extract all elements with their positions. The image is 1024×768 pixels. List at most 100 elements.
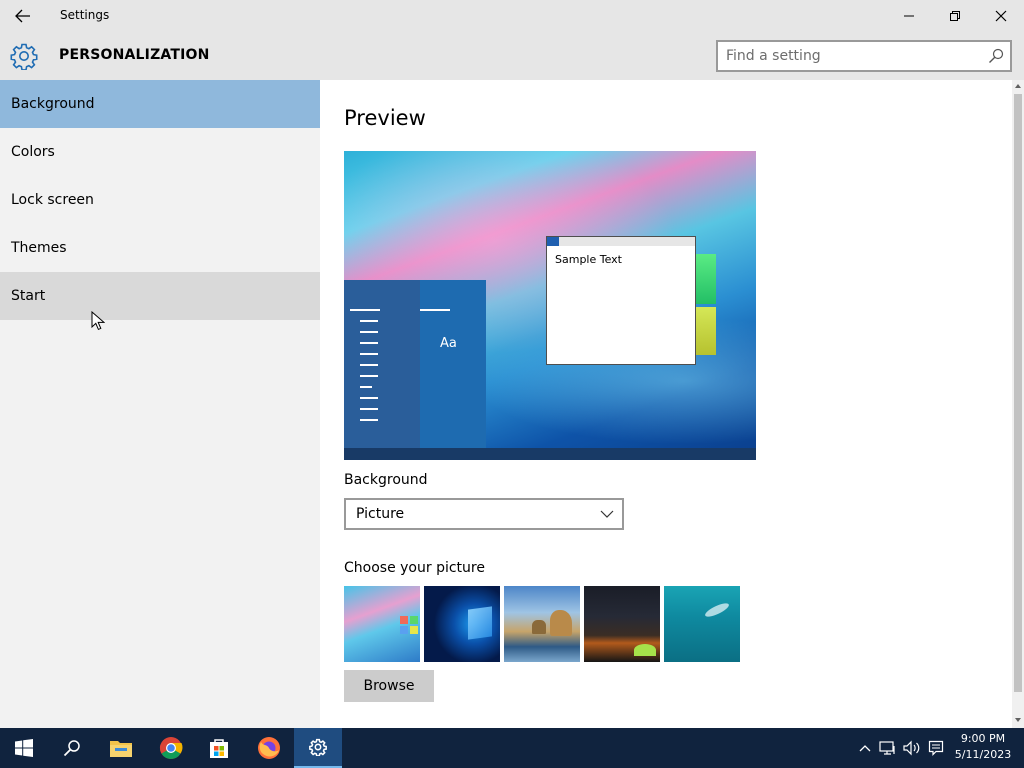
clock-date: 5/11/2023 <box>954 748 1012 761</box>
picture-thumbnail-beach[interactable] <box>504 586 580 662</box>
preview-menu-line <box>360 386 372 388</box>
sidebar-item-label: Start <box>11 288 46 304</box>
taskbar-file-explorer[interactable] <box>97 728 145 768</box>
taskbar-firefox[interactable] <box>245 728 293 768</box>
taskbar-clock[interactable]: 9:00 PM 5/11/2023 <box>948 731 1018 763</box>
search-input[interactable] <box>726 46 976 66</box>
preview-menu-line <box>360 397 378 399</box>
sidebar-item-label: Colors <box>11 144 55 160</box>
chevron-down-icon <box>600 510 614 518</box>
clock-time: 9:00 PM <box>960 732 1006 745</box>
restore-icon <box>950 11 960 21</box>
preview-window-titlebar <box>547 237 695 246</box>
preview-menu-line <box>360 364 378 366</box>
store-icon <box>210 739 228 758</box>
preview-heading: Preview <box>344 106 426 130</box>
network-icon <box>879 741 895 755</box>
chrome-icon <box>159 737 183 759</box>
main-content: Preview Aa Sample Text Background Pictur… <box>320 80 1012 728</box>
taskbar-settings[interactable] <box>294 728 342 768</box>
chevron-up-icon <box>859 745 871 752</box>
preview-taskbar <box>344 448 756 460</box>
preview-start-menu: Aa <box>344 280 486 448</box>
scrollbar-thumb[interactable] <box>1014 94 1022 692</box>
sidebar-item-label: Lock screen <box>11 192 94 208</box>
preview-logo-green <box>696 254 716 304</box>
thumb-windows-logo <box>468 606 492 640</box>
taskbar-chrome[interactable] <box>147 728 195 768</box>
tray-show-hidden[interactable] <box>855 738 875 758</box>
close-button[interactable] <box>978 0 1024 32</box>
search-icon[interactable] <box>988 48 1004 64</box>
start-button[interactable] <box>0 728 48 768</box>
picture-thumbnail-windows[interactable] <box>424 586 500 662</box>
settings-icon <box>309 738 327 756</box>
preview-menu-line <box>360 375 378 377</box>
preview-menu-line <box>360 408 378 410</box>
preview-menu-line <box>360 353 378 355</box>
scroll-up-icon[interactable] <box>1014 82 1022 90</box>
preview-sample-text: Sample Text <box>555 253 622 266</box>
tray-volume[interactable] <box>902 738 922 758</box>
background-dropdown[interactable]: Picture <box>344 498 624 530</box>
firefox-icon <box>258 737 280 759</box>
search-box[interactable] <box>716 40 1012 72</box>
back-arrow-icon <box>15 9 30 23</box>
sidebar-item-label: Themes <box>11 240 67 256</box>
title-bar: Settings <box>0 0 1024 32</box>
preview-window-accent <box>547 237 559 246</box>
mouse-cursor-icon <box>91 311 105 331</box>
preview-menu-line <box>360 320 378 322</box>
preview-menu-line <box>420 309 450 311</box>
picture-thumbnail-bloom[interactable] <box>344 586 420 662</box>
search-icon <box>63 740 80 757</box>
preview-menu-line <box>360 419 378 421</box>
background-label: Background <box>344 472 428 488</box>
gear-icon <box>10 43 38 70</box>
preview-menu-line <box>360 342 378 344</box>
scroll-down-icon[interactable] <box>1014 716 1022 724</box>
background-dropdown-value: Picture <box>356 506 405 522</box>
preview-logo-yellow <box>696 307 716 355</box>
thumb-rock <box>532 620 546 634</box>
thumb-rock <box>550 610 572 636</box>
thumb-swimmer <box>703 600 731 620</box>
restore-button[interactable] <box>932 0 978 32</box>
picture-thumbnail-underwater[interactable] <box>664 586 740 662</box>
browse-button[interactable]: Browse <box>344 670 434 702</box>
sidebar-item-colors[interactable]: Colors <box>0 128 320 176</box>
minimize-icon <box>904 15 914 17</box>
volume-icon <box>903 740 920 756</box>
sidebar-item-start[interactable]: Start <box>0 272 320 320</box>
taskbar-search-button[interactable] <box>48 728 96 768</box>
file-explorer-icon <box>110 741 132 757</box>
close-icon <box>995 10 1007 22</box>
sidebar-item-background[interactable]: Background <box>0 80 320 128</box>
tray-network[interactable] <box>878 738 898 758</box>
preview-menu-line <box>360 331 378 333</box>
thumb-logo-yellow <box>410 626 418 634</box>
action-center-icon <box>928 740 944 756</box>
preview-tile-text: Aa <box>440 336 457 351</box>
sidebar: Background Colors Lock screen Themes Sta… <box>0 80 320 728</box>
taskbar: 9:00 PM 5/11/2023 <box>0 728 1024 768</box>
start-icon <box>15 739 33 757</box>
tray-notifications[interactable] <box>926 738 946 758</box>
thumb-logo-red <box>400 616 408 624</box>
thumb-tent-glow <box>634 644 656 656</box>
choose-picture-label: Choose your picture <box>344 560 485 576</box>
settings-header: PERSONALIZATION <box>0 32 1024 80</box>
picture-thumbnail-night-sky[interactable] <box>584 586 660 662</box>
preview-window: Sample Text <box>546 236 696 365</box>
sidebar-item-themes[interactable]: Themes <box>0 224 320 272</box>
window-title: Settings <box>60 8 110 22</box>
preview-menu-line <box>350 309 380 311</box>
sidebar-item-lock-screen[interactable]: Lock screen <box>0 176 320 224</box>
taskbar-store[interactable] <box>195 728 243 768</box>
desktop-preview: Aa Sample Text <box>344 151 756 460</box>
thumb-logo-blue <box>400 626 408 634</box>
back-button[interactable] <box>8 4 38 28</box>
minimize-button[interactable] <box>886 0 932 32</box>
content-scrollbar[interactable] <box>1012 80 1024 728</box>
sidebar-item-label: Background <box>11 96 95 112</box>
